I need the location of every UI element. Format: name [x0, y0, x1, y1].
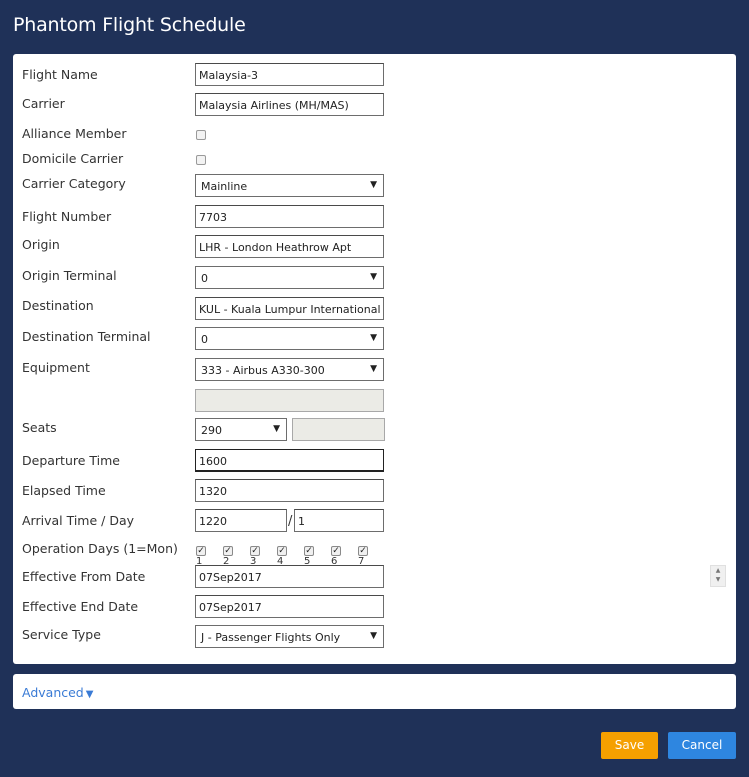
origin-label: Origin	[22, 237, 60, 252]
advanced-label: Advanced	[22, 685, 84, 700]
departure-time-label: Departure Time	[22, 453, 120, 468]
checkbox-checked-icon: ✓	[277, 546, 287, 556]
day-checkbox-6[interactable]: ✓6	[331, 544, 345, 567]
checkbox-checked-icon: ✓	[223, 546, 233, 556]
flight-name-label: Flight Name	[22, 67, 98, 82]
destination-input[interactable]: KUL - Kuala Lumpur International Apt	[195, 297, 384, 320]
alliance-member-label: Alliance Member	[22, 126, 127, 141]
date-spinner[interactable]: ▲ ▼	[710, 565, 726, 587]
operation-days-label: Operation Days (1=Mon)	[22, 541, 178, 556]
destination-terminal-label: Destination Terminal	[22, 329, 151, 344]
service-type-select[interactable]: J - Passenger Flights Only ▼	[195, 625, 384, 648]
equipment-select[interactable]: 333 - Airbus A330-300 ▼	[195, 358, 384, 381]
departure-time-input[interactable]: 1600	[195, 449, 384, 472]
form-panel: Flight Name Malaysia-3 Carrier Malaysia …	[13, 54, 736, 664]
day-checkbox-4[interactable]: ✓4	[277, 544, 291, 567]
effective-from-date-label: Effective From Date	[22, 569, 146, 584]
day-checkbox-1[interactable]: ✓1	[196, 544, 210, 567]
seats-label: Seats	[22, 420, 57, 435]
caret-down-icon: ▼	[85, 689, 94, 700]
checkbox-checked-icon: ✓	[250, 546, 260, 556]
seats-value: 290	[201, 424, 222, 437]
arrival-day-input[interactable]: 1	[294, 509, 384, 532]
dropdown-arrow-icon: ▼	[370, 272, 377, 282]
elapsed-time-label: Elapsed Time	[22, 483, 106, 498]
origin-terminal-label: Origin Terminal	[22, 268, 117, 283]
alliance-member-checkbox[interactable]	[196, 130, 206, 140]
dropdown-arrow-icon: ▼	[370, 333, 377, 343]
destination-label: Destination	[22, 298, 94, 313]
carrier-category-label: Carrier Category	[22, 176, 126, 191]
domicile-carrier-checkbox[interactable]	[196, 155, 206, 165]
equipment-label: Equipment	[22, 360, 90, 375]
carrier-category-value: Mainline	[201, 180, 248, 193]
flight-number-label: Flight Number	[22, 209, 112, 224]
seats-extra-field	[292, 418, 385, 441]
destination-terminal-value: 0	[201, 333, 208, 346]
carrier-label: Carrier	[22, 96, 65, 111]
advanced-section: Advanced ▼	[13, 674, 736, 709]
day-checkbox-7[interactable]: ✓7	[358, 544, 372, 567]
domicile-carrier-label: Domicile Carrier	[22, 151, 124, 166]
day-checkbox-5[interactable]: ✓5	[304, 544, 318, 567]
day-checkbox-3[interactable]: ✓3	[250, 544, 264, 567]
dropdown-arrow-icon: ▼	[370, 180, 377, 190]
arrival-time-day-label: Arrival Time / Day	[22, 513, 135, 528]
dropdown-arrow-icon: ▼	[370, 364, 377, 374]
effective-end-date-label: Effective End Date	[22, 599, 139, 614]
origin-input[interactable]: LHR - London Heathrow Apt	[195, 235, 384, 258]
flight-number-input[interactable]: 7703	[195, 205, 384, 228]
effective-end-date-input[interactable]: 07Sep2017	[195, 595, 384, 618]
checkbox-checked-icon: ✓	[358, 546, 368, 556]
equipment-extra-field	[195, 389, 384, 412]
effective-from-date-input[interactable]: 07Sep2017	[195, 565, 384, 588]
carrier-category-select[interactable]: Mainline ▼	[195, 174, 384, 197]
page-title: Phantom Flight Schedule	[13, 14, 246, 36]
service-type-value: J - Passenger Flights Only	[201, 631, 341, 644]
arrival-time-input[interactable]: 1220	[195, 509, 287, 532]
destination-terminal-select[interactable]: 0 ▼	[195, 327, 384, 350]
spinner-up-icon[interactable]: ▲	[711, 566, 725, 575]
dropdown-arrow-icon: ▼	[273, 424, 280, 434]
cancel-button[interactable]: Cancel	[668, 732, 736, 759]
origin-terminal-select[interactable]: 0 ▼	[195, 266, 384, 289]
arrival-separator: /	[288, 514, 293, 529]
origin-terminal-value: 0	[201, 272, 208, 285]
dropdown-arrow-icon: ▼	[370, 631, 377, 641]
equipment-value: 333 - Airbus A330-300	[201, 364, 325, 377]
checkbox-checked-icon: ✓	[196, 546, 206, 556]
flight-name-input[interactable]: Malaysia-3	[195, 63, 384, 86]
elapsed-time-input[interactable]: 1320	[195, 479, 384, 502]
seats-select[interactable]: 290 ▼	[195, 418, 287, 441]
save-button[interactable]: Save	[601, 732, 658, 759]
checkbox-checked-icon: ✓	[331, 546, 341, 556]
checkbox-checked-icon: ✓	[304, 546, 314, 556]
advanced-toggle[interactable]: Advanced ▼	[22, 685, 93, 700]
carrier-input[interactable]: Malaysia Airlines (MH/MAS)	[195, 93, 384, 116]
day-checkbox-2[interactable]: ✓2	[223, 544, 237, 567]
spinner-down-icon[interactable]: ▼	[711, 575, 725, 584]
service-type-label: Service Type	[22, 627, 101, 642]
